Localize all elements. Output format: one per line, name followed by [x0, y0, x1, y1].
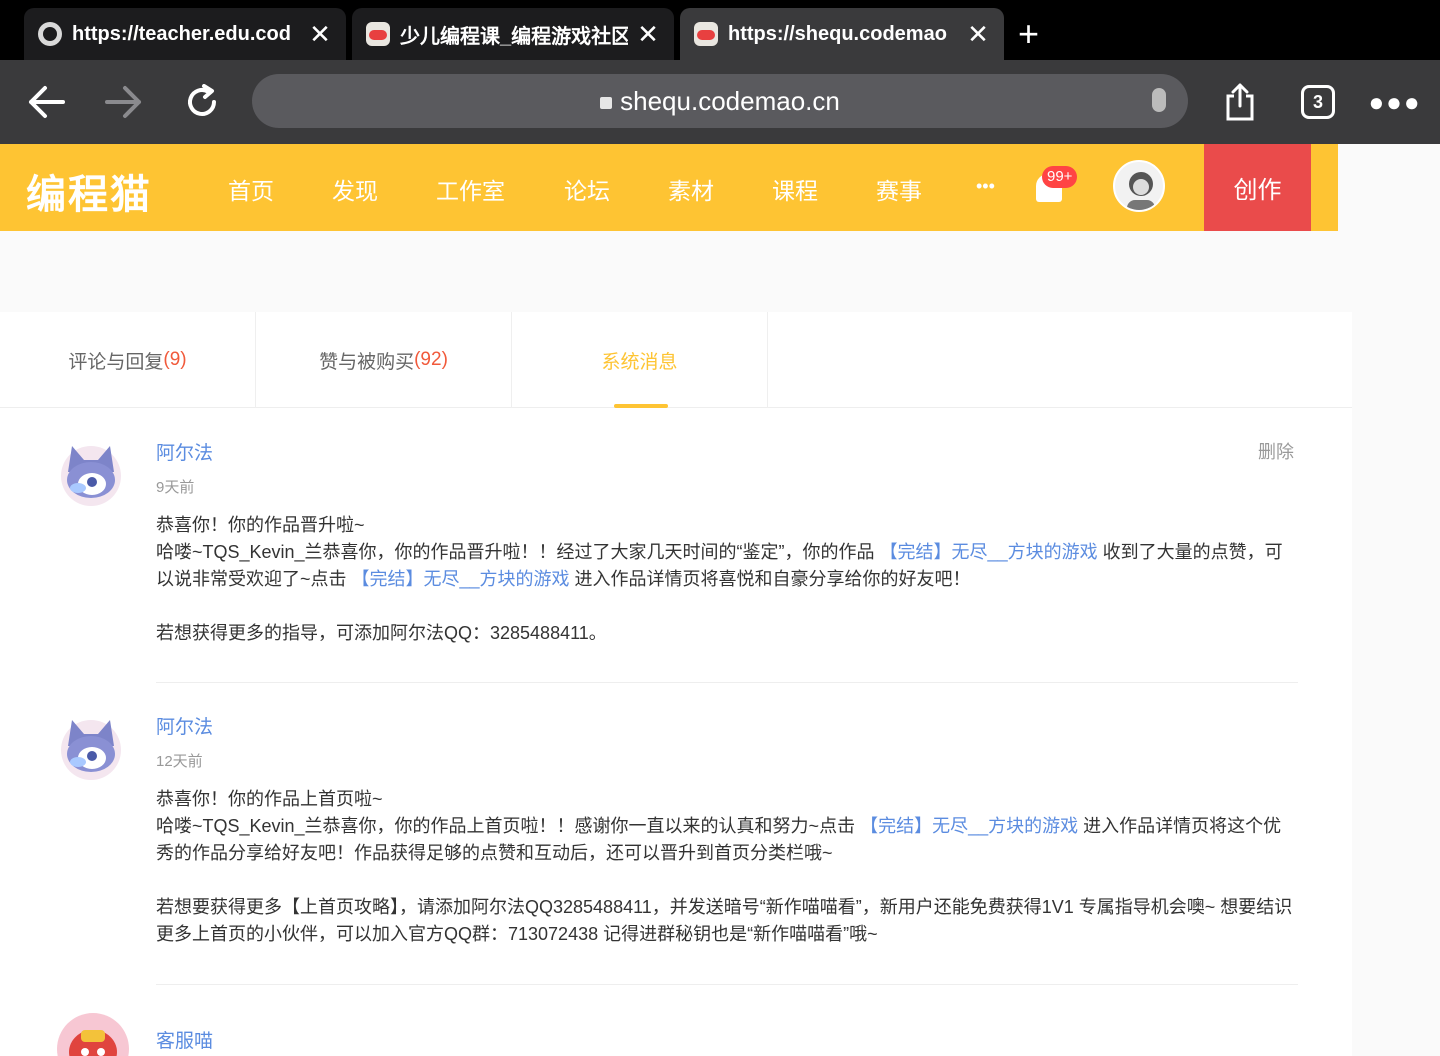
share-icon[interactable]	[1218, 60, 1262, 144]
work-link[interactable]: 【完结】无尽__方块的游戏	[352, 569, 570, 589]
message-title: 恭喜你！你的作品晋升啦~	[156, 515, 365, 535]
message-time: 12天前	[156, 753, 203, 770]
nav-home[interactable]: 首页	[228, 172, 274, 206]
close-tab-icon[interactable]: ✕	[966, 21, 990, 47]
message-text: 哈喽~TQS_Kevin_兰恭喜你，你的作品上首页啦！！感谢你一直以来的认真和努…	[156, 816, 1282, 863]
message-text: 哈喽~TQS_Kevin_兰恭喜你，你的作品晋升啦！！经过了大家几天时间的“鉴定…	[156, 542, 1283, 589]
create-button[interactable]: 创作	[1204, 144, 1311, 231]
sender-avatar[interactable]	[56, 438, 126, 508]
delete-button[interactable]: 删除	[1258, 438, 1294, 464]
tab-count-badge: (9)	[163, 349, 187, 370]
address-bar[interactable]: sheq​u.codemao.cn	[252, 74, 1188, 128]
message-tabs: 评论与回复 (9) 赞与被购买 (92) 系统消息	[0, 312, 1352, 408]
tab-count-badge: (92)	[414, 349, 448, 370]
browser-tab-title: 少儿编程课_编程游戏社区	[400, 25, 628, 48]
work-link[interactable]: 【完结】无尽__方块的游戏	[860, 816, 1078, 836]
close-tab-icon[interactable]: ✕	[308, 21, 332, 47]
new-tab-icon[interactable]: +	[1018, 14, 1039, 54]
user-avatar[interactable]	[1113, 160, 1165, 212]
nav-materials[interactable]: 素材	[668, 172, 714, 206]
browser-tab-3-active[interactable]: https://shequ.codemao ✕	[680, 8, 1004, 60]
nav-forum[interactable]: 论坛	[564, 172, 610, 206]
notification-badge: 99+	[1042, 166, 1078, 188]
sender-name[interactable]: 阿尔法	[156, 438, 213, 465]
tab-system-messages[interactable]: 系统消息	[512, 312, 768, 408]
active-tab-indicator	[614, 404, 668, 408]
codemao-icon	[366, 22, 390, 46]
messages-panel: 评论与回复 (9) 赞与被购买 (92) 系统消息 阿尔法 9天前 删除 恭喜你！你…	[0, 312, 1352, 1056]
tab-count: 3	[1301, 85, 1335, 119]
system-message: 阿尔法 12天前 恭喜你！你的作品上首页啦~ 哈喽~TQS_Kevin_兰恭喜你…	[0, 712, 1352, 962]
more-options-icon[interactable]: ●●●	[1368, 60, 1419, 144]
back-icon[interactable]	[24, 60, 68, 144]
message-body: 恭喜你！你的作品晋升啦~ 哈喽~TQS_Kevin_兰恭喜你，你的作品晋升啦！！…	[156, 512, 1298, 647]
nav-courses[interactable]: 课程	[772, 172, 818, 206]
url-text: sheq​u.codemao.cn	[620, 85, 840, 116]
browser-tab-title: https://teacher.edu.cod	[72, 22, 291, 45]
nav-studio[interactable]: 工作室	[436, 172, 505, 206]
sender-name[interactable]: 阿尔法	[156, 712, 213, 739]
tab-comments-replies[interactable]: 评论与回复 (9)	[0, 312, 256, 408]
lock-icon	[600, 97, 613, 109]
close-tab-icon[interactable]: ✕	[636, 21, 660, 47]
tab-label: 赞与被购买	[319, 351, 415, 373]
browser-tab-title: https://shequ.codemao	[728, 22, 947, 45]
forward-icon[interactable]	[102, 60, 146, 144]
work-link[interactable]: 【完结】无尽__方块的游戏	[880, 542, 1098, 562]
message-body: 恭喜你！你的作品上首页啦~ 哈喽~TQS_Kevin_兰恭喜你，你的作品上首页啦…	[156, 786, 1298, 948]
microphone-icon[interactable]	[1152, 88, 1166, 112]
message-divider	[156, 984, 1298, 985]
tab-likes-purchases[interactable]: 赞与被购买 (92)	[256, 312, 512, 408]
globe-icon	[38, 22, 62, 46]
message-footer: 若想要获得更多【上首页攻略】，请添加阿尔法QQ3285488411，并发送暗号“…	[156, 897, 1293, 944]
tab-overview-button[interactable]: 3	[1296, 60, 1340, 144]
nav-more[interactable]: •••	[976, 176, 995, 197]
system-message: 客服喵	[0, 1012, 1352, 1056]
browser-tab-2[interactable]: 少儿编程课_编程游戏社区 ✕	[352, 8, 674, 60]
reload-icon[interactable]	[180, 60, 224, 144]
tab-label: 评论与回复	[68, 351, 164, 373]
system-message: 阿尔法 9天前 删除 恭喜你！你的作品晋升啦~ 哈喽~TQS_Kevin_兰恭喜…	[0, 438, 1352, 678]
message-title: 恭喜你！你的作品上首页啦~	[156, 789, 383, 809]
nav-contests[interactable]: 赛事	[876, 172, 922, 206]
message-divider	[156, 682, 1298, 683]
sender-name[interactable]: 客服喵	[156, 1026, 213, 1053]
browser-tab-strip: https://teacher.edu.cod ✕ 少儿编程课_编程游戏社区 ✕…	[0, 0, 1440, 60]
message-time: 9天前	[156, 479, 195, 496]
tab-label: 系统消息	[601, 351, 678, 373]
browser-tab-1[interactable]: https://teacher.edu.cod ✕	[24, 8, 346, 60]
sender-avatar[interactable]	[56, 1012, 129, 1056]
site-logo[interactable]: 编程猫	[26, 162, 152, 220]
message-footer: 若想获得更多的指导，可添加阿尔法QQ：3285488411。	[156, 623, 607, 643]
nav-discover[interactable]: 发现	[332, 172, 378, 206]
browser-toolbar: sheq​u.codemao.cn 3 ●●●	[0, 60, 1440, 144]
sender-avatar[interactable]	[56, 712, 126, 782]
codemao-icon	[694, 22, 718, 46]
site-header: 编程猫 首页 发现 工作室 论坛 素材 课程 赛事 ••• 创作	[0, 144, 1338, 231]
